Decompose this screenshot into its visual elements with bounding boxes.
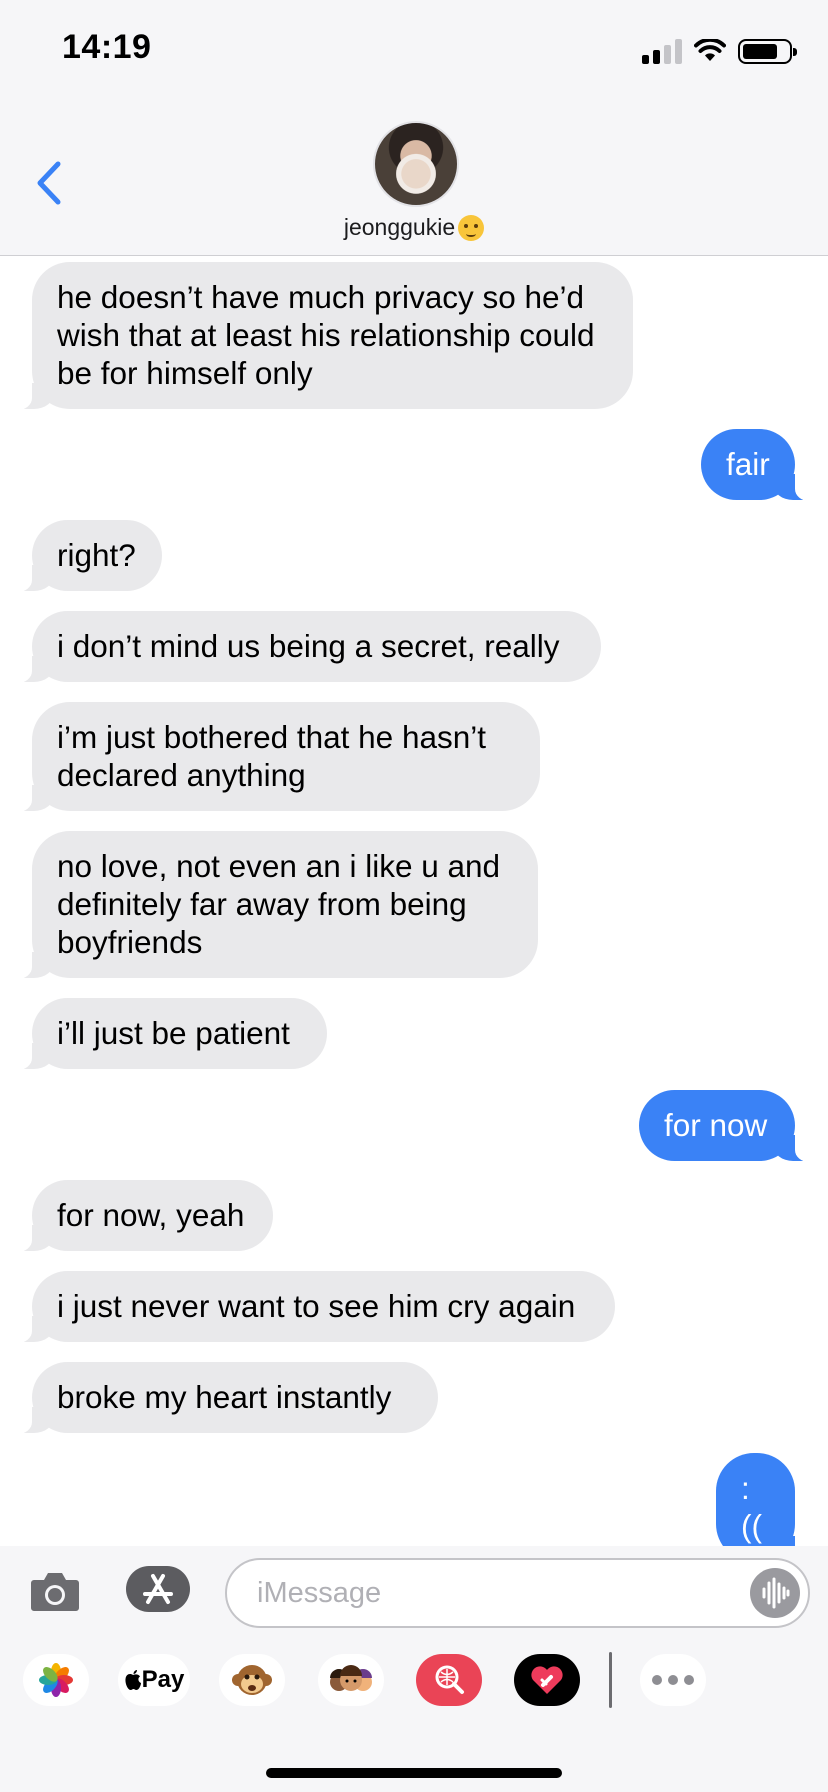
status-time: 14:19 — [62, 28, 152, 66]
photos-icon — [39, 1663, 73, 1697]
camera-icon — [31, 1573, 79, 1611]
image-search-app-button[interactable] — [416, 1654, 482, 1706]
conversation-header: 14:19 jeonggukie — [0, 0, 828, 256]
animoji-icon — [232, 1665, 272, 1695]
cellular-signal-icon — [642, 38, 682, 64]
app-store-button[interactable] — [126, 1566, 190, 1612]
audio-message-button[interactable] — [750, 1568, 800, 1618]
message-text: broke my heart instantly — [57, 1379, 392, 1415]
message-text: i’ll just be patient — [57, 1015, 290, 1051]
message-bubble-incoming[interactable]: no love, not even an i like u and defini… — [10, 831, 538, 979]
more-icon — [652, 1675, 694, 1685]
message-bubble-outgoing[interactable]: fair — [701, 429, 817, 501]
message-text: i don’t mind us being a secret, really — [57, 628, 560, 664]
message-text: fair — [726, 446, 770, 482]
wifi-icon — [694, 39, 726, 61]
more-apps-button[interactable] — [640, 1654, 706, 1706]
home-indicator[interactable] — [266, 1768, 562, 1778]
back-button[interactable] — [30, 158, 70, 208]
message-input[interactable] — [225, 1558, 810, 1628]
memoji-icon — [330, 1665, 372, 1691]
message-text: for now — [664, 1107, 768, 1143]
message-bubble-incoming[interactable]: i don’t mind us being a secret, really — [10, 611, 601, 683]
digital-touch-icon — [531, 1666, 563, 1694]
message-bubble-incoming[interactable]: i just never want to see him cry again — [10, 1271, 615, 1343]
message-bubble-incoming[interactable]: i’ll just be patient — [10, 998, 327, 1070]
apple-pay-label: Pay — [141, 1666, 185, 1693]
apple-logo-icon — [125, 1670, 141, 1690]
message-text: :(( — [741, 1470, 762, 1544]
tray-divider — [609, 1652, 612, 1708]
animoji-app-button[interactable] — [219, 1654, 285, 1706]
message-bubble-incoming[interactable]: for now, yeah — [10, 1180, 273, 1252]
message-bubble-incoming[interactable]: he doesn’t have much privacy so he’d wis… — [10, 262, 633, 410]
status-icons — [642, 36, 797, 66]
photos-app-button[interactable] — [23, 1654, 89, 1706]
message-text: for now, yeah — [57, 1197, 245, 1233]
message-bubble-outgoing[interactable]: for now — [639, 1090, 817, 1162]
app-store-icon — [143, 1574, 173, 1604]
chevron-left-icon — [37, 161, 61, 205]
image-search-icon — [435, 1665, 464, 1694]
battery-icon — [738, 38, 797, 64]
contact-name-button[interactable]: jeonggukie — [0, 214, 828, 241]
app-drawer: Pay — [0, 1635, 828, 1792]
digital-touch-app-button[interactable] — [514, 1654, 580, 1706]
message-bubble-incoming[interactable]: i’m just bothered that he hasn’t declare… — [10, 702, 540, 812]
message-bubble-incoming[interactable]: broke my heart instantly — [10, 1362, 438, 1434]
camera-button[interactable] — [30, 1570, 80, 1612]
apple-pay-button[interactable]: Pay — [118, 1654, 190, 1706]
woozy-face-emoji-icon — [458, 215, 485, 241]
message-text: he doesn’t have much privacy so he’d wis… — [57, 279, 595, 391]
message-text: i’m just bothered that he hasn’t declare… — [57, 719, 487, 793]
message-text: right? — [57, 537, 136, 573]
message-text: no love, not even an i like u and defini… — [57, 848, 501, 960]
waveform-icon — [762, 1577, 790, 1609]
contact-avatar[interactable] — [373, 121, 459, 207]
compose-bar — [0, 1546, 828, 1635]
message-bubble-incoming[interactable]: right? — [10, 520, 162, 592]
message-text: i just never want to see him cry again — [57, 1288, 576, 1324]
memoji-app-button[interactable] — [318, 1654, 384, 1706]
contact-name: jeonggukie — [343, 214, 456, 240]
